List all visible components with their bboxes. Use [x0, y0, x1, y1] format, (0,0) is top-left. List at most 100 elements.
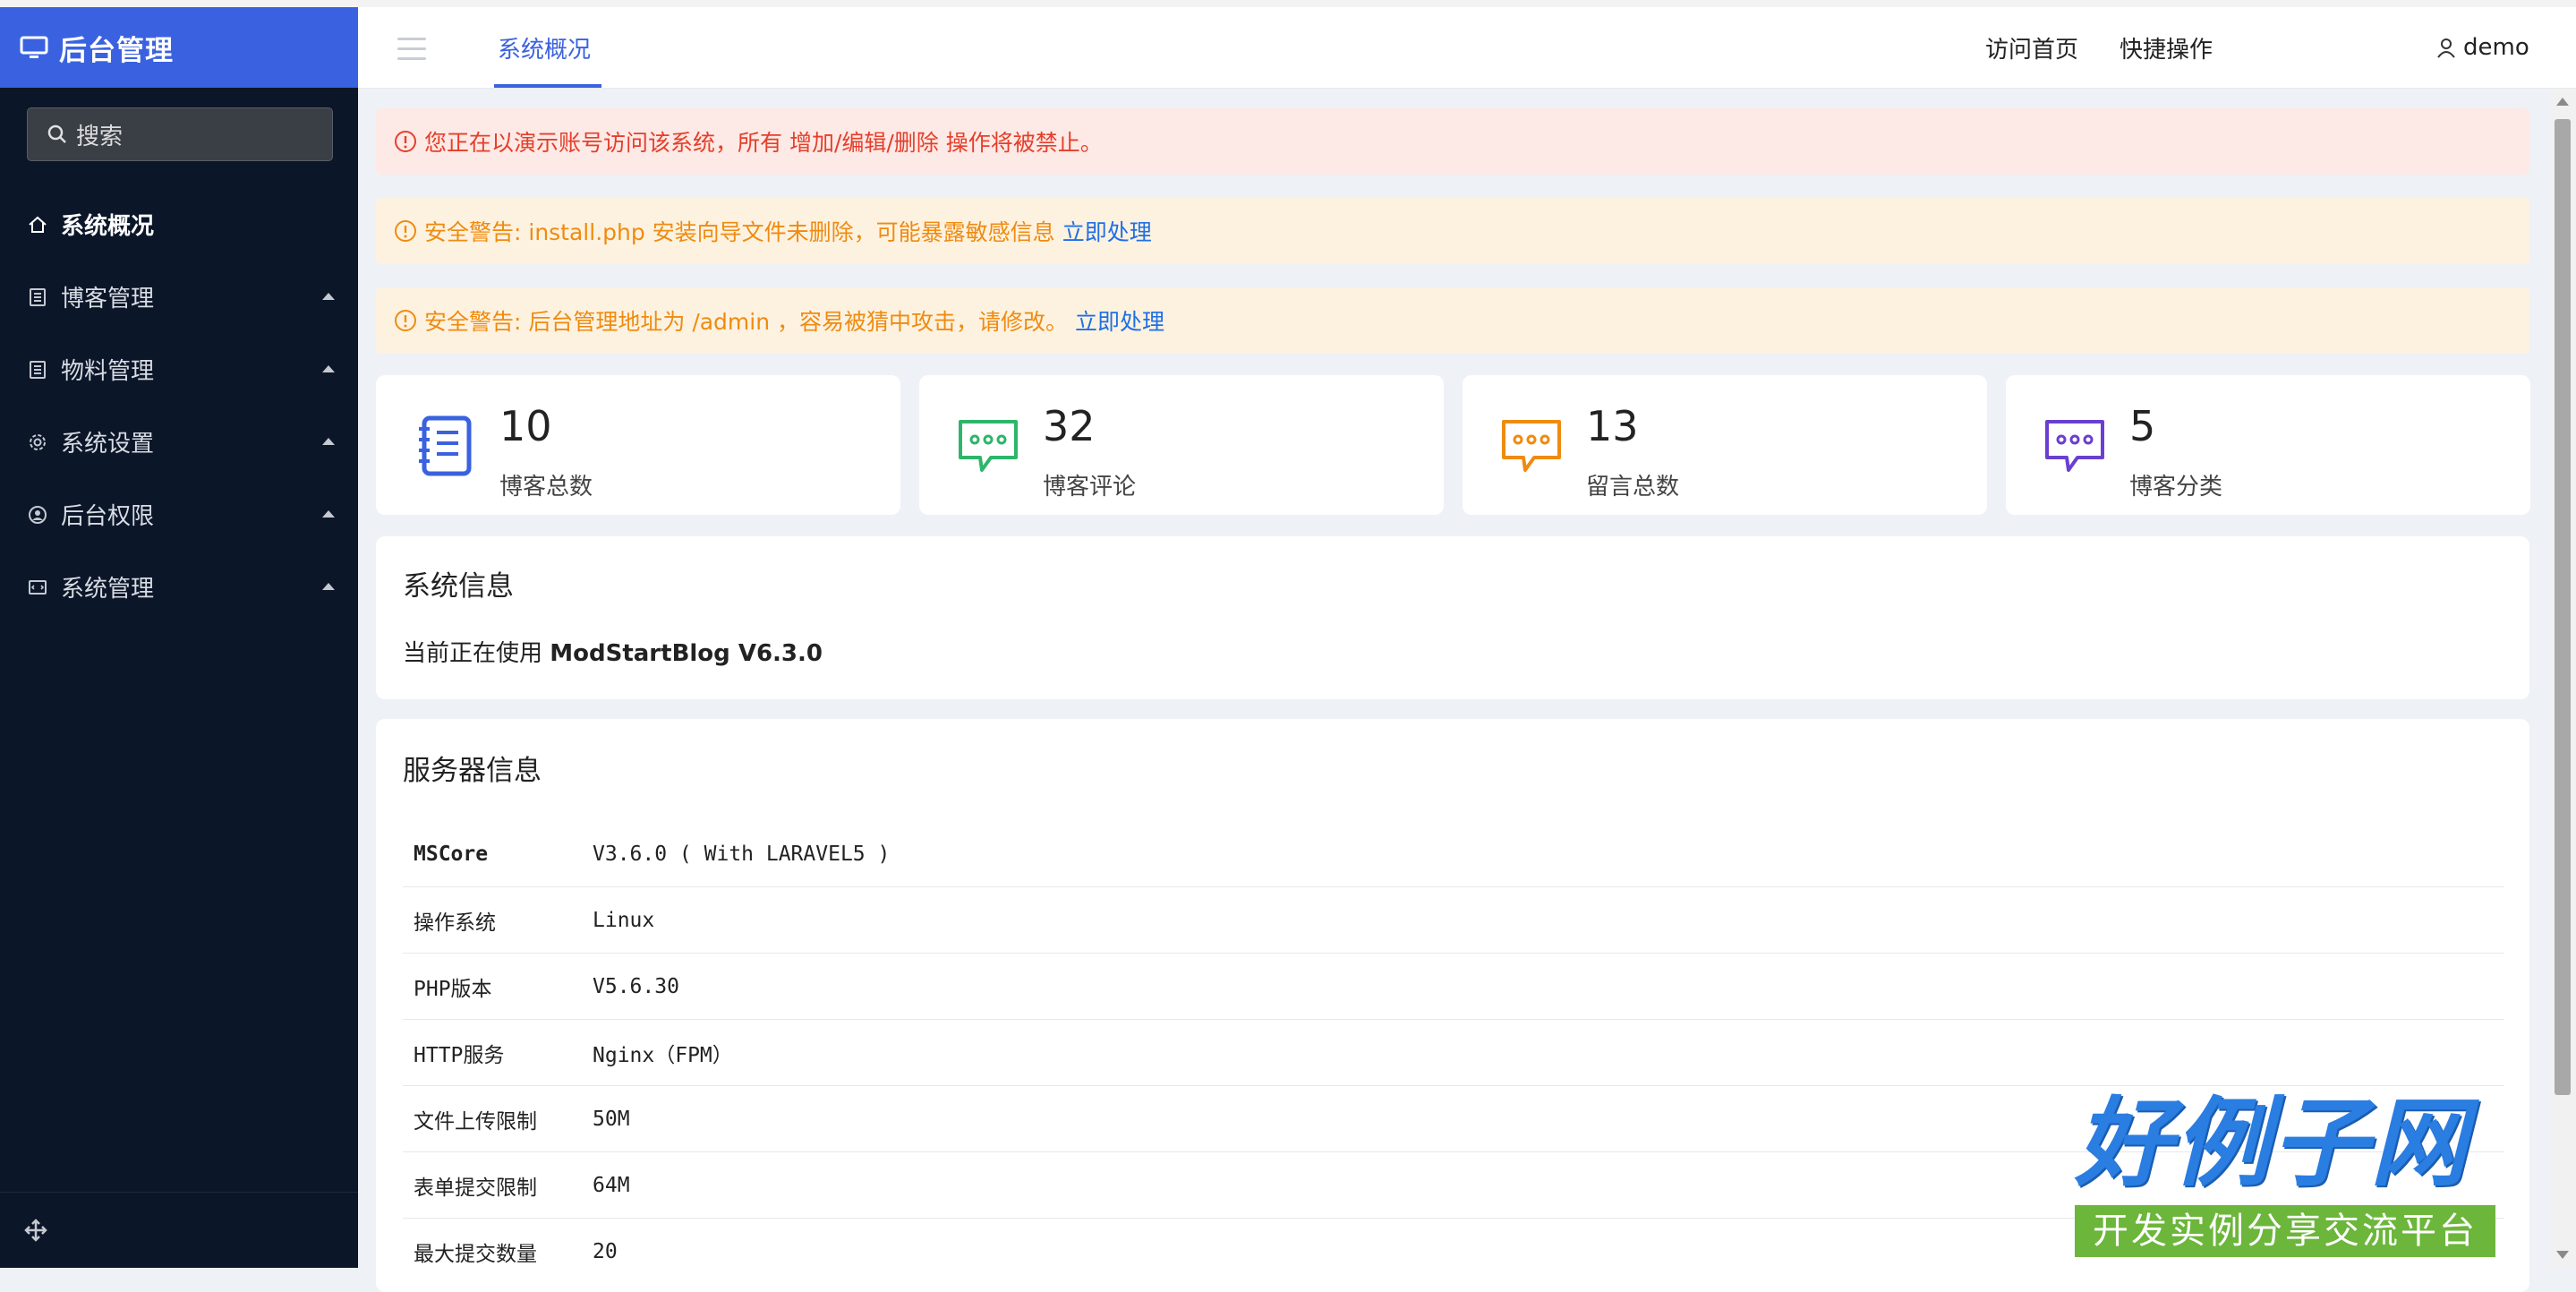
sidebar-item-label: 博客管理 [61, 286, 155, 312]
row-key: 表单提交限制 [414, 1176, 537, 1200]
sidebar-item-settings[interactable]: 系统设置 [0, 406, 358, 478]
table-row: 操作系统 Linux [403, 887, 2504, 954]
stat-value: 32 [1043, 402, 1096, 450]
document-icon [27, 359, 48, 381]
caret-up-icon [322, 438, 335, 445]
message-icon [1502, 420, 1561, 472]
stat-value: 10 [499, 402, 552, 450]
row-value: 64M [593, 1173, 630, 1197]
sidebar-item-system[interactable]: 系统管理 [0, 551, 358, 623]
monitor-icon [20, 36, 48, 58]
system-version-line: 当前正在使用 ModStartBlog V6.3.0 [403, 635, 823, 668]
watermark-logo-title: 好例子网 [2075, 1088, 2469, 1200]
notebook-icon [419, 415, 472, 476]
alert-text: 安全警告: 后台管理地址为 /admin ，容易被猜中攻击，请修改。 [424, 309, 1069, 335]
sidebar-item-label: 系统概况 [61, 213, 155, 240]
document-icon [27, 287, 48, 308]
sidebar-item-label: 后台权限 [61, 503, 155, 530]
user-circle-icon [27, 504, 48, 526]
stat-card-categories[interactable]: 5 博客分类 [2006, 375, 2530, 515]
sidebar-item-label: 系统管理 [61, 576, 155, 603]
sidebar-item-label: 系统设置 [61, 431, 155, 458]
tab-overview[interactable]: 系统概况 [498, 7, 591, 88]
watermark-logo: 好例子网 开发实例分享交流平台 [2075, 1091, 2495, 1261]
alert-text: 安全警告: install.php 安装向导文件未删除，可能暴露敏感信息 [424, 219, 1055, 245]
sidebar: 后台管理 搜索 系统概况 博客管理 物料管理 系统设置 后台权限 系统管理 [0, 7, 358, 1268]
active-tab-indicator [494, 84, 601, 88]
caret-up-icon [322, 365, 335, 372]
brand-title: 后台管理 [59, 34, 174, 67]
demo-account-alert: 您正在以演示账号访问该系统，所有 增加/编辑/删除 操作将被禁止。 [376, 108, 2529, 175]
sidebar-nav: 系统概况 博客管理 物料管理 系统设置 后台权限 系统管理 [0, 188, 358, 623]
row-key: PHP版本 [414, 977, 492, 1001]
fix-now-link[interactable]: 立即处理 [1075, 304, 1164, 337]
scrollbar-thumb[interactable] [2555, 119, 2571, 1095]
stat-value: 13 [1586, 402, 1639, 450]
quick-actions-link[interactable]: 快捷操作 [2120, 7, 2213, 88]
version-value: ModStartBlog V6.3.0 [550, 640, 823, 667]
sidebar-footer [0, 1192, 358, 1268]
version-prefix: 当前正在使用 [403, 640, 550, 667]
scroll-down-icon[interactable] [2556, 1251, 2569, 1259]
row-key: 文件上传限制 [414, 1109, 537, 1134]
sidebar-search-input[interactable]: 搜索 [27, 107, 333, 161]
search-icon [47, 124, 66, 143]
panel-title: 系统信息 [403, 570, 514, 603]
caret-up-icon [322, 583, 335, 590]
table-row: HTTP服务 Nginx（FPM） [403, 1020, 2504, 1086]
category-icon [2045, 420, 2104, 472]
scroll-up-icon[interactable] [2556, 98, 2569, 106]
caret-up-icon [322, 510, 335, 518]
home-icon [27, 214, 48, 235]
alert-text: 您正在以演示账号访问该系统，所有 增加/编辑/删除 操作将被禁止。 [424, 130, 1103, 156]
row-value: V5.6.30 [593, 974, 679, 998]
sidebar-item-overview[interactable]: 系统概况 [0, 188, 358, 261]
fix-now-link[interactable]: 立即处理 [1062, 215, 1152, 247]
user-menu[interactable]: demo [2436, 7, 2529, 88]
user-name: demo [2463, 34, 2529, 61]
table-row: PHP版本 V5.6.30 [403, 954, 2504, 1020]
stat-card-messages[interactable]: 13 留言总数 [1463, 375, 1987, 515]
system-info-panel: 系统信息 当前正在使用 ModStartBlog V6.3.0 [376, 536, 2529, 699]
row-value: 20 [593, 1239, 618, 1263]
table-row: MSCore V3.6.0 ( With LARAVEL5 ) [403, 821, 2504, 887]
panel-title: 服务器信息 [403, 755, 542, 787]
admin-path-warning-alert: 安全警告: 后台管理地址为 /admin ，容易被猜中攻击，请修改。 立即处理 [376, 287, 2529, 354]
row-value: 50M [593, 1107, 630, 1131]
comment-icon [959, 420, 1018, 472]
menu-toggle-icon[interactable] [397, 38, 426, 61]
row-value: Linux [593, 908, 655, 932]
sidebar-item-permissions[interactable]: 后台权限 [0, 478, 358, 551]
brand-header[interactable]: 后台管理 [0, 7, 358, 88]
row-value: V3.6.0 ( With LARAVEL5 ) [593, 842, 891, 866]
warning-circle-icon [395, 310, 416, 331]
row-key: HTTP服务 [414, 1043, 505, 1067]
warning-circle-icon [395, 131, 416, 152]
install-warning-alert: 安全警告: install.php 安装向导文件未删除，可能暴露敏感信息 立即处… [376, 198, 2529, 264]
code-icon [27, 577, 48, 598]
move-icon[interactable] [23, 1218, 48, 1243]
stat-card-comments[interactable]: 32 博客评论 [919, 375, 1444, 515]
stat-card-blogs[interactable]: 10 博客总数 [376, 375, 900, 515]
row-key: 操作系统 [414, 911, 496, 935]
stat-label: 博客评论 [1043, 474, 1137, 501]
user-icon [2437, 39, 2455, 58]
top-header: 系统概况 访问首页 快捷操作 demo [358, 7, 2576, 89]
watermark-logo-subtitle: 开发实例分享交流平台 [2075, 1205, 2495, 1257]
search-placeholder: 搜索 [76, 123, 124, 150]
page-scrollbar[interactable] [2549, 89, 2576, 1268]
stat-value: 5 [2129, 402, 2156, 450]
sidebar-item-label: 物料管理 [61, 358, 155, 385]
row-value: Nginx（FPM） [593, 1043, 733, 1067]
gear-icon [27, 432, 48, 453]
visit-home-link[interactable]: 访问首页 [1985, 7, 2078, 88]
row-key: MSCore [414, 842, 489, 866]
sidebar-item-material[interactable]: 物料管理 [0, 333, 358, 406]
caret-up-icon [322, 293, 335, 300]
warning-circle-icon [395, 220, 416, 242]
stat-label: 留言总数 [1586, 474, 1680, 501]
stat-label: 博客总数 [499, 474, 593, 501]
sidebar-item-blog[interactable]: 博客管理 [0, 261, 358, 333]
row-key: 最大提交数量 [414, 1242, 537, 1266]
stat-label: 博客分类 [2129, 474, 2223, 501]
